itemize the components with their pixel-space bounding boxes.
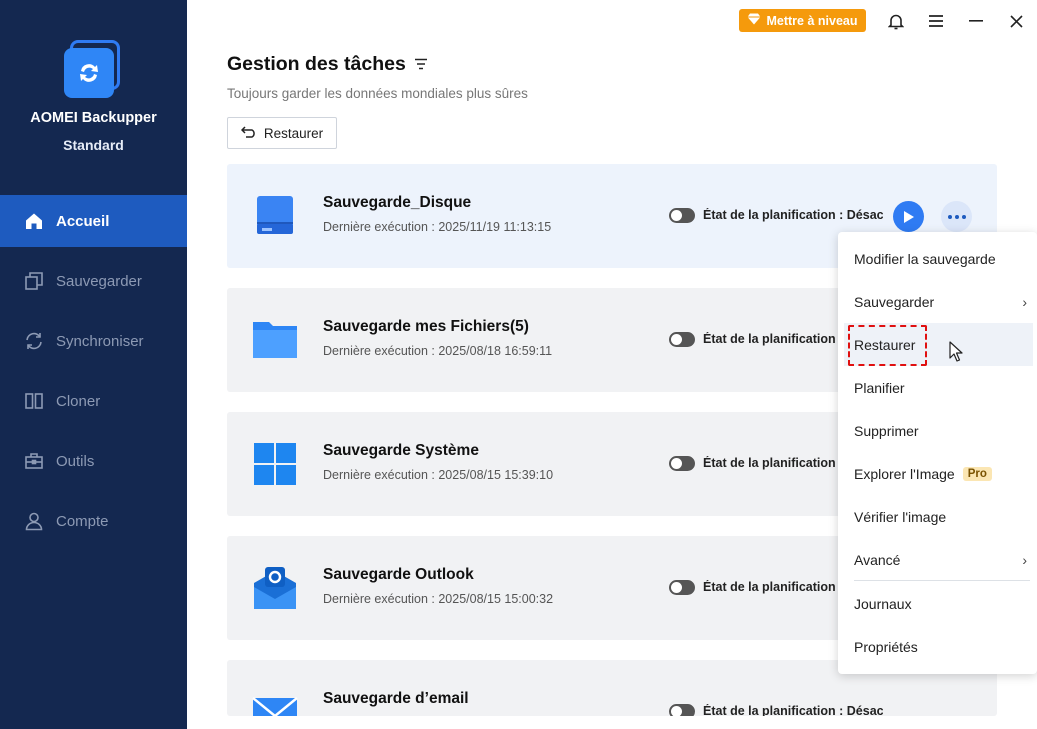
schedule-toggle[interactable] [669, 704, 695, 716]
sidebar-item-cloner[interactable]: Cloner [0, 375, 187, 427]
windows-icon [251, 440, 299, 488]
schedule-toggle[interactable] [669, 456, 695, 471]
schedule-status: État de la planification : Désactivé [703, 208, 883, 222]
folder-icon [251, 316, 299, 364]
sidebar-item-outils[interactable]: Outils [0, 435, 187, 487]
menu-item-sauvegarder[interactable]: Sauvegarder › [838, 280, 1037, 323]
email-icon [251, 692, 299, 716]
pro-badge: Pro [962, 466, 992, 481]
sync-icon [24, 331, 44, 351]
sidebar-item-label: Sauvegarder [56, 272, 142, 290]
sidebar-item-label: Accueil [56, 212, 110, 230]
menu-item-explorer[interactable]: Explorer l'Image Pro [838, 452, 1037, 495]
page-title-text: Gestion des tâches [227, 53, 406, 75]
clone-icon [24, 391, 44, 411]
home-icon [24, 211, 44, 231]
sidebar-item-label: Synchroniser [56, 332, 144, 350]
upgrade-button[interactable]: Mettre à niveau [739, 9, 866, 32]
task-last-run: Dernière exécution : 2025/08/18 16:59:11 [323, 344, 553, 358]
menu-item-proprietes[interactable]: Propriétés [838, 625, 1037, 668]
menu-item-label: Modifier la sauvegarde [854, 250, 996, 267]
disk-icon [251, 192, 299, 240]
menu-item-verifier[interactable]: Vérifier l'image [838, 495, 1037, 538]
menu-item-avance[interactable]: Avancé › [838, 538, 1037, 581]
filter-icon[interactable] [414, 53, 428, 76]
app-logo [62, 40, 124, 100]
menu-item-label: Explorer l'Image [854, 465, 955, 482]
outlook-icon [251, 564, 299, 612]
more-options-button[interactable] [941, 201, 972, 232]
mouse-cursor-icon [949, 341, 963, 363]
backup-icon [24, 271, 44, 291]
chevron-right-icon: › [1022, 294, 1027, 310]
schedule-status: État de la planification : Désactivé [703, 704, 883, 716]
sidebar-item-label: Compte [56, 512, 109, 530]
task-last-run: Dernière exécution : 2025/08/15 15:39:10 [323, 468, 554, 482]
menu-icon[interactable] [925, 10, 947, 32]
app-edition: Standard [63, 137, 124, 153]
menu-item-label: Avancé [854, 551, 901, 568]
task-name: Sauvegarde Système [323, 442, 479, 459]
context-menu: Modifier la sauvegarde Sauvegarder › Res… [838, 232, 1037, 674]
task-name: Sauvegarde d’email [323, 690, 469, 707]
sidebar-item-sauvegarder[interactable]: Sauvegarder [0, 255, 187, 307]
schedule-toggle[interactable] [669, 580, 695, 595]
page-subtitle: Toujours garder les données mondiales pl… [227, 86, 528, 101]
task-name: Sauvegarde Outlook [323, 566, 474, 583]
menu-item-label: Sauvegarder [854, 293, 935, 310]
schedule-toggle[interactable] [669, 332, 695, 347]
menu-divider [854, 580, 1030, 581]
toolbox-icon [24, 451, 44, 471]
task-last-run: Dernière exécution : 2025/08/15 15:00:32 [323, 592, 554, 606]
page-title: Gestion des tâches [227, 53, 428, 76]
menu-item-label: Planifier [854, 379, 905, 396]
menu-item-label: Propriétés [854, 638, 918, 655]
schedule-toggle[interactable] [669, 208, 695, 223]
minimize-icon[interactable] [965, 10, 987, 32]
highlight-box [848, 325, 927, 366]
diamond-icon [747, 13, 761, 28]
chevron-right-icon: › [1022, 552, 1027, 568]
close-icon[interactable] [1005, 10, 1027, 32]
sidebar-item-label: Outils [56, 452, 95, 470]
run-button[interactable] [893, 201, 924, 232]
menu-item-label: Vérifier l'image [854, 508, 947, 525]
task-name: Sauvegarde_Disque [323, 194, 472, 211]
menu-item-supprimer[interactable]: Supprimer [838, 409, 1037, 452]
task-name: Sauvegarde mes Fichiers(5) [323, 318, 529, 335]
sidebar: AOMEI Backupper Standard Accueil Sauvega… [0, 0, 187, 729]
menu-item-journaux[interactable]: Journaux [838, 582, 1037, 625]
sidebar-item-label: Cloner [56, 392, 101, 410]
menu-item-planifier[interactable]: Planifier [838, 366, 1037, 409]
app-name: AOMEI Backupper [30, 110, 157, 126]
sidebar-item-synchroniser[interactable]: Synchroniser [0, 315, 187, 367]
menu-item-label: Journaux [854, 595, 912, 612]
upgrade-label: Mettre à niveau [766, 13, 858, 28]
sidebar-item-accueil[interactable]: Accueil [0, 195, 187, 247]
user-icon [24, 511, 44, 531]
undo-icon [240, 125, 257, 141]
menu-item-label: Supprimer [854, 422, 919, 439]
bell-icon[interactable] [885, 10, 907, 32]
restore-button[interactable]: Restaurer [227, 117, 337, 149]
restore-label: Restaurer [263, 125, 324, 141]
sidebar-item-compte[interactable]: Compte [0, 495, 187, 547]
task-last-run: Dernière exécution : 2025/11/19 11:13:15 [323, 220, 552, 234]
menu-item-modifier[interactable]: Modifier la sauvegarde [838, 237, 1037, 280]
